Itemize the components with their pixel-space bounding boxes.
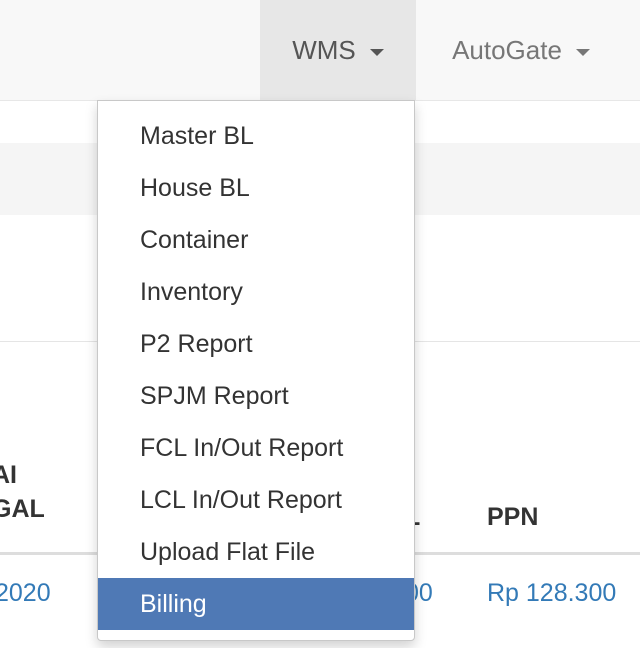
caret-down-icon	[369, 48, 384, 56]
menu-item-spjm-report[interactable]: SPJM Report	[98, 370, 414, 422]
column-header-tanggal-line2: GAL	[0, 495, 45, 523]
menu-item-container[interactable]: Container	[98, 214, 414, 266]
column-header-tanggal: AI GAL	[0, 458, 90, 526]
table-cell-date[interactable]: 2020	[0, 576, 90, 610]
column-header-ppn: PPN	[487, 503, 539, 531]
menu-item-inventory[interactable]: Inventory	[98, 266, 414, 318]
nav-autogate-menu[interactable]: AutoGate	[416, 0, 626, 101]
top-navbar: WMS AutoGate	[0, 0, 640, 101]
nav-wms-menu[interactable]: WMS	[260, 0, 416, 101]
menu-item-upload-flat-file[interactable]: Upload Flat File	[98, 526, 414, 578]
wms-dropdown-menu: Master BL House BL Container Inventory P…	[97, 100, 415, 641]
menu-item-master-bl[interactable]: Master BL	[98, 110, 414, 162]
table-cell-ppn[interactable]: Rp 128.300	[487, 576, 616, 610]
column-header-tanggal-line1: AI	[0, 461, 17, 489]
menu-item-lcl-in-out-report[interactable]: LCL In/Out Report	[98, 474, 414, 526]
menu-item-p2-report[interactable]: P2 Report	[98, 318, 414, 370]
menu-item-billing[interactable]: Billing	[98, 578, 414, 630]
table-cell-date-text: 2020	[0, 579, 51, 607]
nav-wms-label: WMS	[292, 35, 356, 65]
nav-autogate-label: AutoGate	[452, 35, 562, 65]
page: WMS AutoGate AI GAL L PPN 2020 00 Rp 128…	[0, 0, 640, 648]
caret-down-icon	[575, 48, 590, 56]
menu-item-house-bl[interactable]: House BL	[98, 162, 414, 214]
menu-item-fcl-in-out-report[interactable]: FCL In/Out Report	[98, 422, 414, 474]
